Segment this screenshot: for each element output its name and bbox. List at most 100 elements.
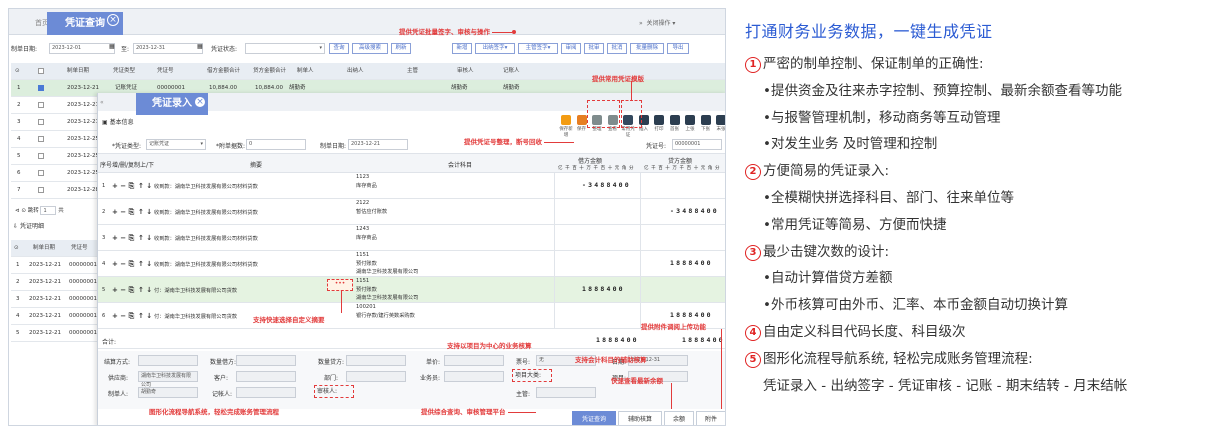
dept-input[interactable] (346, 371, 406, 382)
batch-cancel-button[interactable]: 批消 (607, 43, 627, 54)
project-type-field[interactable]: 项目大类: (512, 369, 552, 382)
voucher-line[interactable]: 3 + − ⎘ ↑ ↓ 收到款：湖南华卫科技发展有限公司材料贷款 1243 库存商品 (98, 225, 725, 251)
supervisor-input[interactable] (536, 387, 596, 398)
add-delete-copy-icons[interactable]: + − ⎘ (112, 286, 134, 295)
add-delete-copy-icons[interactable]: + − ⎘ (112, 312, 134, 321)
staff-input[interactable] (444, 371, 504, 382)
account-code[interactable]: 2122 (356, 200, 369, 206)
toolbar-first-button[interactable]: 首张 (667, 115, 683, 132)
date-from-input[interactable]: 2023-12-01 (49, 43, 115, 54)
toolbar-last-button[interactable]: 末张 (713, 115, 725, 132)
query-button[interactable]: 查询 (329, 43, 349, 54)
checkbox[interactable] (38, 101, 44, 108)
voucher-line[interactable]: 6 + − ⎘ ↑ ↓ 付：湖南华卫科技发展有限公司货款 100201 银行存款/建行英数… (98, 303, 725, 329)
cashier-sign-button[interactable]: 出纳签字▾ (475, 43, 515, 54)
add-delete-copy-icons[interactable]: + − ⎘ (112, 182, 134, 191)
account-code[interactable]: 1243 (356, 226, 369, 232)
account-code[interactable]: 1151 (356, 278, 369, 284)
line-summary[interactable]: 收到款：湖南华卫科技发展有限公司材料贷款 (154, 235, 258, 242)
summary-picker-button[interactable]: ••• (327, 279, 353, 291)
advanced-search-button[interactable]: 高级搜索 (352, 43, 388, 54)
collapse-icon[interactable]: « (100, 99, 104, 106)
row-checkbox-cell[interactable] (38, 131, 44, 148)
table-row[interactable]: 1 2023-12-21 00000001 (11, 257, 97, 274)
row-checkbox-cell[interactable] (38, 80, 44, 97)
aux-accounting-button[interactable]: 辅助核算 (618, 411, 662, 425)
table-row[interactable]: 4 2023-12-21 00000001 (11, 308, 97, 325)
add-delete-copy-icons[interactable]: + − ⎘ (112, 208, 134, 217)
settle-input[interactable] (138, 355, 198, 366)
line-summary[interactable]: 收到款：湖南华卫科技发展有限公司材料贷款 (154, 261, 258, 268)
price-input[interactable] (444, 355, 504, 366)
refresh-button[interactable]: 刷新 (391, 43, 411, 54)
first-page-icon[interactable]: ⊲ (15, 208, 20, 214)
calendar-icon[interactable]: ▦ (109, 43, 115, 50)
row-checkbox-cell[interactable] (38, 182, 44, 199)
attachments-input[interactable]: 0 (246, 139, 306, 150)
voucher-code-input[interactable]: 00000001 (672, 139, 722, 150)
page-input[interactable]: 1 (40, 206, 57, 215)
row-checkbox-cell[interactable] (38, 114, 44, 131)
add-delete-copy-icons[interactable]: + − ⎘ (112, 234, 134, 243)
move-up-down-icons[interactable]: ↑ ↓ (138, 208, 152, 216)
table-row[interactable]: 2 2023-12-21 00000001 (11, 274, 97, 291)
settings-icon[interactable]: ⊙ (14, 240, 19, 257)
qty-debit-input[interactable] (236, 355, 296, 366)
calendar-icon[interactable]: ▦ (197, 43, 203, 50)
account-code[interactable]: 1151 (356, 252, 369, 258)
supervisor-sign-button[interactable]: 主管签字▾ (518, 43, 558, 54)
voucher-type-select[interactable]: 记账凭证 ▾ (146, 139, 206, 150)
batch-approve-button[interactable]: 批审 (584, 43, 604, 54)
add-delete-copy-icons[interactable]: + − ⎘ (112, 260, 134, 269)
toolbar-save-new-button[interactable]: 保存新增 (558, 115, 574, 138)
account-code[interactable]: 100201 (356, 304, 376, 310)
toolbar-prev-button[interactable]: 上张 (682, 115, 698, 132)
customer-input[interactable] (236, 371, 296, 382)
move-up-down-icons[interactable]: ↑ ↓ (138, 260, 152, 268)
date-to-input[interactable]: 2023-12-31 (133, 43, 203, 54)
status-select[interactable]: ▾ (245, 43, 325, 54)
account-code[interactable]: 1123 (356, 174, 369, 180)
voucher-line[interactable]: 5 + − ⎘ ↑ ↓ 付：湖南华卫科技发展有限公司货款 1151 预付账款 湖南华卫科技发… (98, 277, 725, 303)
checkbox[interactable] (38, 67, 44, 74)
table-row[interactable]: 5 2023-12-21 00000001 (11, 325, 97, 342)
review-button[interactable]: 审阅 (561, 43, 581, 54)
checkbox[interactable] (38, 186, 44, 193)
checkbox[interactable] (38, 118, 44, 125)
table-row[interactable]: 3 2023-12-21 00000001 (11, 291, 97, 308)
credit-amount[interactable]: -3488400 (670, 207, 719, 215)
export-button[interactable]: 导出 (667, 43, 689, 54)
line-summary[interactable]: 付：湖南华卫科技发展有限公司货款 (154, 287, 237, 294)
credit-amount[interactable]: 1888400 (670, 259, 713, 267)
row-checkbox-cell[interactable] (38, 165, 44, 182)
select-all-checkbox[interactable] (38, 63, 44, 80)
settings-icon[interactable]: ⊙ (15, 63, 20, 80)
checkbox[interactable] (38, 84, 44, 91)
toolbar-next-button[interactable]: 下张 (698, 115, 714, 132)
booker-input[interactable] (236, 387, 296, 398)
new-button[interactable]: 新增 (452, 43, 472, 54)
prev-page-icon[interactable]: ⊙ (21, 208, 26, 214)
attachment-button[interactable]: 附件 (696, 411, 725, 425)
line-summary[interactable]: 收到款：湖南华卫科技发展有限公司材料贷款 (154, 209, 258, 216)
close-ops-menu[interactable]: » 关闭操作 ▾ (639, 18, 675, 27)
checkbox[interactable] (38, 152, 44, 159)
move-up-down-icons[interactable]: ↑ ↓ (138, 286, 152, 294)
maker-input[interactable]: 胡勤奇 (138, 387, 198, 398)
supplier-input[interactable]: 湖南华卫科技发展有限公司 (138, 371, 198, 388)
move-up-down-icons[interactable]: ↑ ↓ (138, 312, 152, 320)
checkbox[interactable] (38, 169, 44, 176)
entry-date-input[interactable]: 2023-12-21 (348, 139, 408, 150)
row-checkbox-cell[interactable] (38, 97, 44, 114)
row-checkbox-cell[interactable] (38, 148, 44, 165)
line-summary[interactable]: 收到款：湖南华卫科技发展有限公司材料贷款 (154, 183, 258, 190)
voucher-line[interactable]: 2 + − ⎘ ↑ ↓ 收到款：湖南华卫科技发展有限公司材料贷款 2122 暂估应付账款 -… (98, 199, 725, 225)
balance-button[interactable]: 余额 (664, 411, 694, 425)
debit-amount[interactable]: 1888400 (582, 285, 625, 293)
voucher-line[interactable]: 4 + − ⎘ ↑ ↓ 收到款：湖南华卫科技发展有限公司材料贷款 1151 预付账款 湖南华… (98, 251, 725, 277)
auditor-field[interactable]: 审核人: (314, 385, 354, 398)
move-up-down-icons[interactable]: ↑ ↓ (138, 234, 152, 242)
batch-delete-button[interactable]: 批量删除 (630, 43, 664, 54)
checkbox[interactable] (38, 135, 44, 142)
credit-amount[interactable]: 1888400 (670, 311, 713, 319)
